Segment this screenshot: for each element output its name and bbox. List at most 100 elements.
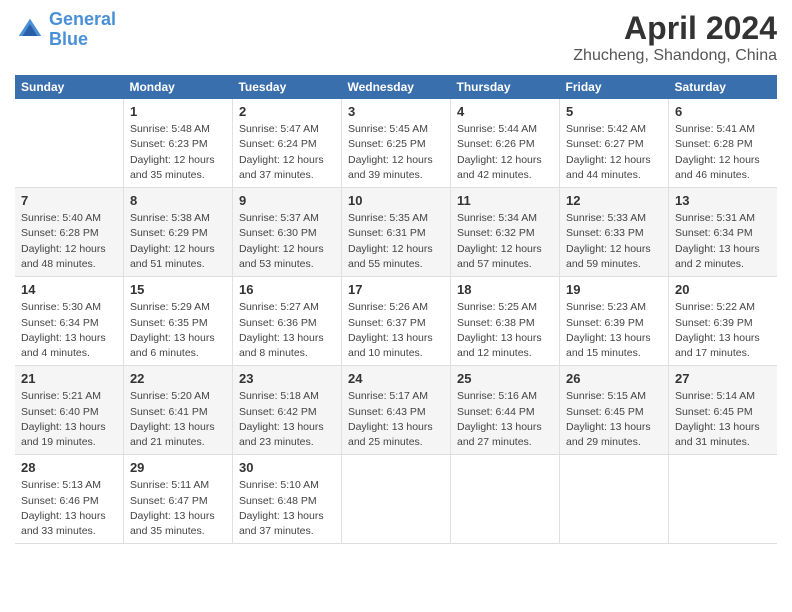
day-number: 4 [457, 103, 553, 121]
day-header-friday: Friday [560, 75, 669, 99]
day-number: 11 [457, 192, 553, 210]
calendar-cell: 15Sunrise: 5:29 AM Sunset: 6:35 PM Dayli… [123, 277, 232, 366]
day-info: Sunrise: 5:45 AM Sunset: 6:25 PM Dayligh… [348, 122, 444, 183]
calendar-cell: 11Sunrise: 5:34 AM Sunset: 6:32 PM Dayli… [451, 188, 560, 277]
day-number: 16 [239, 281, 335, 299]
week-row-4: 21Sunrise: 5:21 AM Sunset: 6:40 PM Dayli… [15, 366, 777, 455]
calendar-cell: 13Sunrise: 5:31 AM Sunset: 6:34 PM Dayli… [669, 188, 777, 277]
day-number: 29 [130, 459, 226, 477]
day-header-tuesday: Tuesday [232, 75, 341, 99]
title-block: April 2024 Zhucheng, Shandong, China [573, 10, 777, 65]
day-info: Sunrise: 5:21 AM Sunset: 6:40 PM Dayligh… [21, 389, 117, 450]
calendar-cell: 27Sunrise: 5:14 AM Sunset: 6:45 PM Dayli… [669, 366, 777, 455]
calendar-cell [451, 455, 560, 544]
calendar-cell: 16Sunrise: 5:27 AM Sunset: 6:36 PM Dayli… [232, 277, 341, 366]
day-info: Sunrise: 5:34 AM Sunset: 6:32 PM Dayligh… [457, 211, 553, 272]
day-info: Sunrise: 5:14 AM Sunset: 6:45 PM Dayligh… [675, 389, 771, 450]
day-number: 28 [21, 459, 117, 477]
day-number: 21 [21, 370, 117, 388]
day-info: Sunrise: 5:11 AM Sunset: 6:47 PM Dayligh… [130, 478, 226, 539]
calendar-cell: 4Sunrise: 5:44 AM Sunset: 6:26 PM Daylig… [451, 99, 560, 188]
logo: General Blue [15, 10, 116, 50]
day-info: Sunrise: 5:37 AM Sunset: 6:30 PM Dayligh… [239, 211, 335, 272]
day-number: 17 [348, 281, 444, 299]
calendar-cell: 29Sunrise: 5:11 AM Sunset: 6:47 PM Dayli… [123, 455, 232, 544]
day-number: 18 [457, 281, 553, 299]
day-info: Sunrise: 5:18 AM Sunset: 6:42 PM Dayligh… [239, 389, 335, 450]
main-title: April 2024 [573, 10, 777, 47]
page-container: General Blue April 2024 Zhucheng, Shando… [0, 0, 792, 554]
day-info: Sunrise: 5:42 AM Sunset: 6:27 PM Dayligh… [566, 122, 662, 183]
day-header-thursday: Thursday [451, 75, 560, 99]
logo-line1: General [49, 9, 116, 29]
day-info: Sunrise: 5:40 AM Sunset: 6:28 PM Dayligh… [21, 211, 117, 272]
day-header-wednesday: Wednesday [341, 75, 450, 99]
calendar-cell: 20Sunrise: 5:22 AM Sunset: 6:39 PM Dayli… [669, 277, 777, 366]
day-info: Sunrise: 5:23 AM Sunset: 6:39 PM Dayligh… [566, 300, 662, 361]
week-row-2: 7Sunrise: 5:40 AM Sunset: 6:28 PM Daylig… [15, 188, 777, 277]
day-number: 9 [239, 192, 335, 210]
day-number: 12 [566, 192, 662, 210]
calendar-cell: 18Sunrise: 5:25 AM Sunset: 6:38 PM Dayli… [451, 277, 560, 366]
day-info: Sunrise: 5:41 AM Sunset: 6:28 PM Dayligh… [675, 122, 771, 183]
week-row-1: 1Sunrise: 5:48 AM Sunset: 6:23 PM Daylig… [15, 99, 777, 188]
day-info: Sunrise: 5:27 AM Sunset: 6:36 PM Dayligh… [239, 300, 335, 361]
calendar-cell [669, 455, 777, 544]
logo-icon [15, 15, 45, 45]
day-number: 10 [348, 192, 444, 210]
day-header-monday: Monday [123, 75, 232, 99]
day-number: 23 [239, 370, 335, 388]
day-number: 20 [675, 281, 771, 299]
day-info: Sunrise: 5:16 AM Sunset: 6:44 PM Dayligh… [457, 389, 553, 450]
day-number: 2 [239, 103, 335, 121]
calendar-cell: 3Sunrise: 5:45 AM Sunset: 6:25 PM Daylig… [341, 99, 450, 188]
calendar-cell: 12Sunrise: 5:33 AM Sunset: 6:33 PM Dayli… [560, 188, 669, 277]
day-number: 8 [130, 192, 226, 210]
day-info: Sunrise: 5:10 AM Sunset: 6:48 PM Dayligh… [239, 478, 335, 539]
calendar-cell: 25Sunrise: 5:16 AM Sunset: 6:44 PM Dayli… [451, 366, 560, 455]
calendar-cell: 23Sunrise: 5:18 AM Sunset: 6:42 PM Dayli… [232, 366, 341, 455]
day-number: 5 [566, 103, 662, 121]
day-header-sunday: Sunday [15, 75, 123, 99]
calendar-cell: 7Sunrise: 5:40 AM Sunset: 6:28 PM Daylig… [15, 188, 123, 277]
day-number: 25 [457, 370, 553, 388]
calendar-cell: 5Sunrise: 5:42 AM Sunset: 6:27 PM Daylig… [560, 99, 669, 188]
day-info: Sunrise: 5:48 AM Sunset: 6:23 PM Dayligh… [130, 122, 226, 183]
calendar-cell: 28Sunrise: 5:13 AM Sunset: 6:46 PM Dayli… [15, 455, 123, 544]
calendar-header-row: SundayMondayTuesdayWednesdayThursdayFrid… [15, 75, 777, 99]
calendar-cell: 21Sunrise: 5:21 AM Sunset: 6:40 PM Dayli… [15, 366, 123, 455]
day-info: Sunrise: 5:38 AM Sunset: 6:29 PM Dayligh… [130, 211, 226, 272]
day-number: 7 [21, 192, 117, 210]
day-number: 13 [675, 192, 771, 210]
week-row-5: 28Sunrise: 5:13 AM Sunset: 6:46 PM Dayli… [15, 455, 777, 544]
day-number: 22 [130, 370, 226, 388]
day-number: 24 [348, 370, 444, 388]
logo-text: General Blue [49, 10, 116, 50]
calendar-cell: 8Sunrise: 5:38 AM Sunset: 6:29 PM Daylig… [123, 188, 232, 277]
day-number: 26 [566, 370, 662, 388]
day-info: Sunrise: 5:13 AM Sunset: 6:46 PM Dayligh… [21, 478, 117, 539]
calendar-cell: 14Sunrise: 5:30 AM Sunset: 6:34 PM Dayli… [15, 277, 123, 366]
day-header-saturday: Saturday [669, 75, 777, 99]
day-info: Sunrise: 5:17 AM Sunset: 6:43 PM Dayligh… [348, 389, 444, 450]
day-number: 3 [348, 103, 444, 121]
subtitle: Zhucheng, Shandong, China [573, 47, 777, 65]
day-info: Sunrise: 5:47 AM Sunset: 6:24 PM Dayligh… [239, 122, 335, 183]
day-info: Sunrise: 5:15 AM Sunset: 6:45 PM Dayligh… [566, 389, 662, 450]
calendar-cell: 19Sunrise: 5:23 AM Sunset: 6:39 PM Dayli… [560, 277, 669, 366]
calendar-cell: 1Sunrise: 5:48 AM Sunset: 6:23 PM Daylig… [123, 99, 232, 188]
day-info: Sunrise: 5:35 AM Sunset: 6:31 PM Dayligh… [348, 211, 444, 272]
day-info: Sunrise: 5:25 AM Sunset: 6:38 PM Dayligh… [457, 300, 553, 361]
calendar-cell: 26Sunrise: 5:15 AM Sunset: 6:45 PM Dayli… [560, 366, 669, 455]
day-info: Sunrise: 5:33 AM Sunset: 6:33 PM Dayligh… [566, 211, 662, 272]
calendar-cell: 9Sunrise: 5:37 AM Sunset: 6:30 PM Daylig… [232, 188, 341, 277]
calendar-table: SundayMondayTuesdayWednesdayThursdayFrid… [15, 75, 777, 544]
calendar-cell: 2Sunrise: 5:47 AM Sunset: 6:24 PM Daylig… [232, 99, 341, 188]
day-info: Sunrise: 5:29 AM Sunset: 6:35 PM Dayligh… [130, 300, 226, 361]
day-number: 14 [21, 281, 117, 299]
calendar-cell [560, 455, 669, 544]
day-number: 1 [130, 103, 226, 121]
calendar-cell: 30Sunrise: 5:10 AM Sunset: 6:48 PM Dayli… [232, 455, 341, 544]
day-info: Sunrise: 5:31 AM Sunset: 6:34 PM Dayligh… [675, 211, 771, 272]
logo-line2: Blue [49, 29, 88, 49]
